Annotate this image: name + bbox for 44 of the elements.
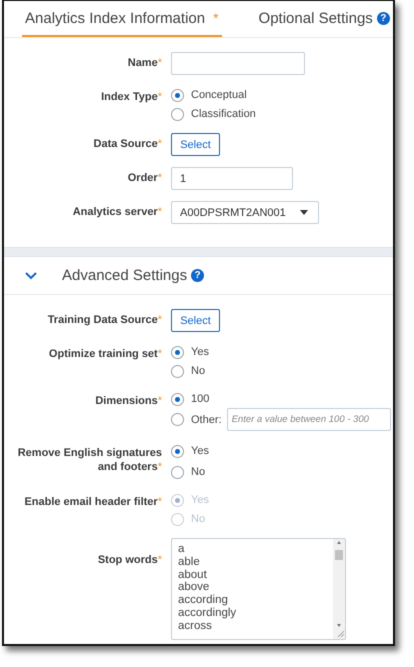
option-label: Other: bbox=[191, 414, 222, 426]
field-label: Analytics server* bbox=[72, 205, 162, 219]
radio-button[interactable] bbox=[171, 466, 184, 478]
field-label: Name* bbox=[126, 56, 162, 70]
text-field[interactable] bbox=[171, 52, 305, 75]
help-icon[interactable]: ? bbox=[376, 12, 390, 24]
field-label: Data Source* bbox=[92, 137, 162, 151]
field-label: Enable email header filter* bbox=[23, 495, 162, 509]
field-label: Stop words* bbox=[96, 553, 162, 567]
field-label: Order* bbox=[126, 171, 162, 185]
scrollbar-drawing[interactable] bbox=[333, 539, 345, 639]
radio-button[interactable] bbox=[171, 88, 184, 102]
radio-button[interactable] bbox=[171, 346, 184, 358]
field-label: Training Data Source* bbox=[46, 313, 162, 327]
option-label: 100 bbox=[191, 393, 210, 405]
radio-button[interactable] bbox=[171, 413, 184, 426]
tab[interactable]: Analytics Index Information * bbox=[22, 1, 222, 37]
option-label: Yes bbox=[191, 494, 209, 506]
chevron-icon[interactable] bbox=[24, 270, 38, 280]
option-label: Classification bbox=[191, 108, 256, 120]
radio-button[interactable] bbox=[171, 444, 184, 458]
field-label: Optimize training set* bbox=[48, 347, 162, 361]
field-label: Dimensions* bbox=[94, 394, 162, 408]
input-field[interactable]: Enter a value between 100 - 300 bbox=[226, 408, 391, 431]
help-icon[interactable]: ? bbox=[191, 269, 204, 282]
radio-button[interactable] bbox=[171, 392, 184, 406]
field-label: Remove English signatures and footers* bbox=[16, 446, 162, 474]
radio-button[interactable] bbox=[171, 364, 184, 378]
option-label: Yes bbox=[191, 346, 209, 358]
option-label: No bbox=[191, 466, 206, 478]
option-label: Yes bbox=[191, 445, 209, 457]
text-field[interactable]: 1 bbox=[171, 167, 293, 190]
radio-button[interactable] bbox=[171, 108, 184, 120]
tab[interactable]: Optional Settings ? bbox=[256, 1, 393, 37]
dropdown[interactable]: A00DPSRMT2AN001 bbox=[171, 201, 319, 224]
caret-icon bbox=[300, 210, 308, 215]
stop-words-field[interactable]: a able about above according accordingly across bbox=[171, 538, 346, 640]
field-label: Index Type* bbox=[100, 90, 162, 104]
select-button[interactable]: Select bbox=[171, 133, 220, 156]
option-label: No bbox=[191, 513, 206, 525]
option-label: Conceptual bbox=[191, 89, 247, 101]
select-button[interactable]: Select bbox=[171, 309, 220, 332]
option-label: No bbox=[191, 365, 206, 377]
section-title: Advanced Settings bbox=[62, 267, 188, 284]
